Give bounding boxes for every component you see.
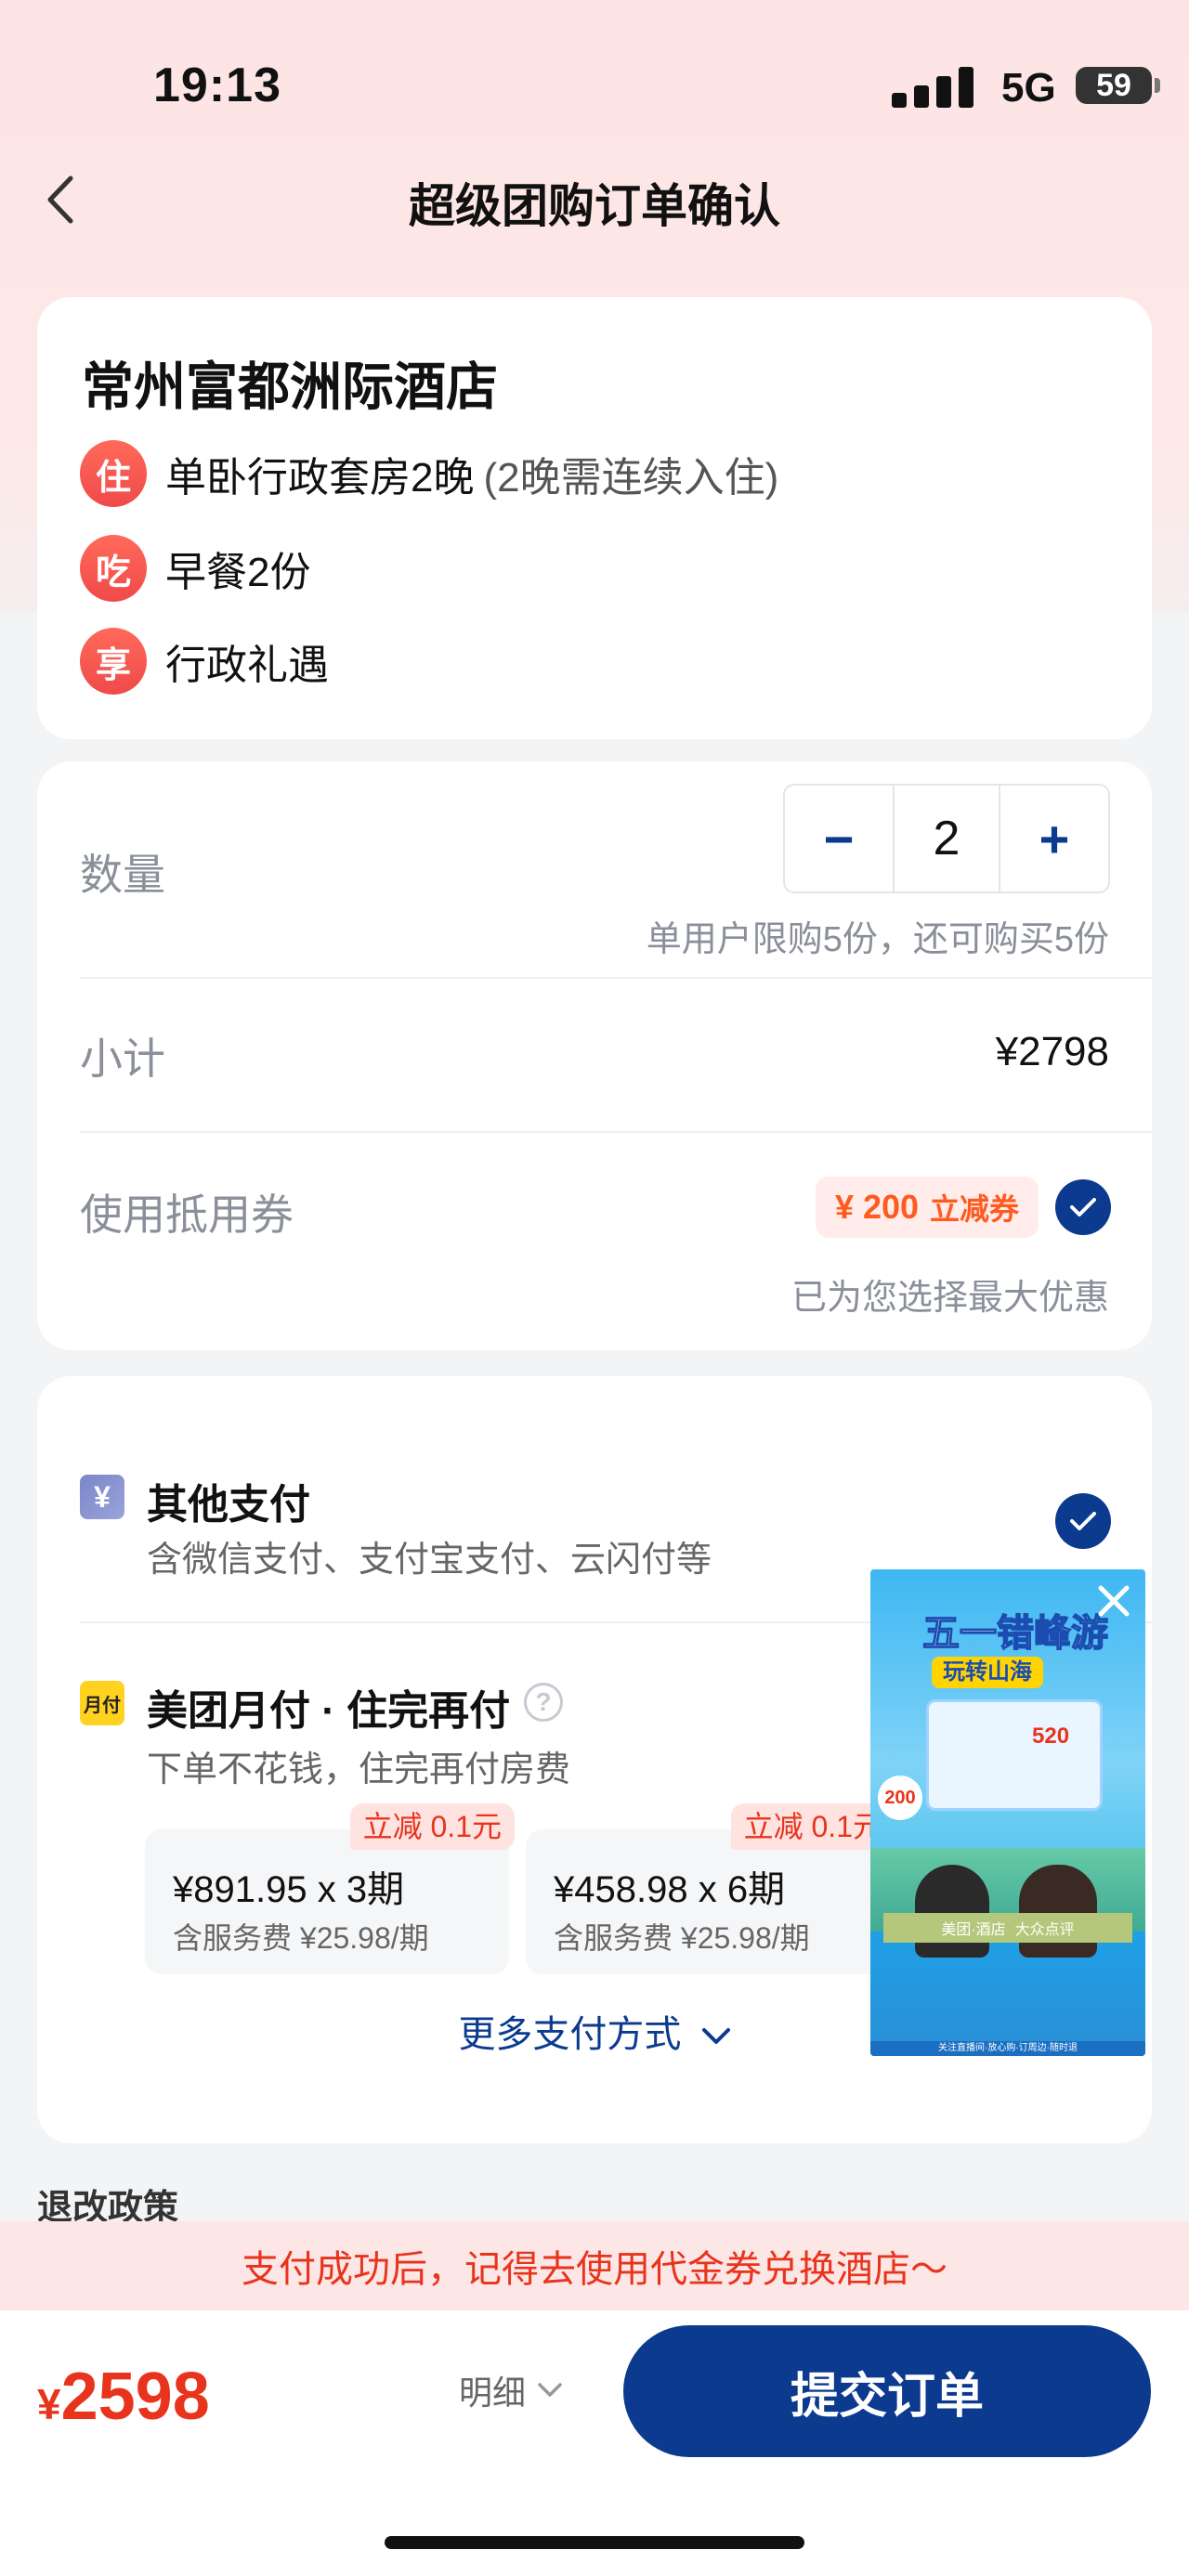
payment-tip-banner: 支付成功后，记得去使用代金券兑换酒店～ bbox=[0, 2221, 1189, 2310]
hotel-name: 常州富都洲际酒店 bbox=[82, 358, 498, 416]
order-card: 数量 − 2 + 单用户限购5份，还可购买5份 小计 ¥2798 使用抵用券 ¥… bbox=[37, 761, 1152, 1350]
coupon-type: 立减券 bbox=[930, 1192, 1020, 1226]
purchase-limit-hint: 单用户限购5份，还可购买5份 bbox=[646, 920, 1109, 959]
ad-brand-2: 大众点评 bbox=[1014, 1922, 1075, 1938]
ad-footer: 关注直播间·放心购·订周边·随时退 bbox=[870, 2041, 1145, 2056]
live-stream-ad[interactable]: 五一错峰游 玩转山海 520 200 美团·酒店 大众点评 关注直播间·放心购·… bbox=[870, 1569, 1145, 2056]
hotel-card: 常州富都洲际酒店 住 单卧行政套房2晚 (2晚需连续入住) 吃 早餐2份 享 行… bbox=[37, 297, 1152, 739]
ad-headline: 五一错峰游 bbox=[921, 1612, 1109, 1655]
ad-brand: 美团·酒店 bbox=[941, 1922, 1006, 1938]
installment-plan-6[interactable]: 立减 0.1元 ¥458.98 x 6期 含服务费 ¥25.98/期 bbox=[526, 1803, 895, 1974]
feature-enjoy: 享 行政礼遇 bbox=[80, 628, 329, 695]
ad-tag: 520 bbox=[1032, 1724, 1070, 1749]
quantity-label: 数量 bbox=[80, 851, 165, 899]
stay-badge: 住 bbox=[80, 440, 147, 507]
network-type: 5G bbox=[1001, 65, 1056, 111]
other-payment-title[interactable]: 其他支付 bbox=[147, 1471, 310, 1530]
yuan-icon: ¥ bbox=[80, 1475, 124, 1519]
divider bbox=[80, 1131, 1152, 1133]
enjoy-badge: 享 bbox=[80, 628, 147, 695]
feature-stay: 住 单卧行政套房2晚 (2晚需连续入住) bbox=[80, 440, 778, 507]
divider bbox=[80, 977, 1152, 979]
plan-price: ¥458.98 x 6期 bbox=[554, 1869, 786, 1910]
submit-order-button[interactable]: 提交订单 bbox=[623, 2325, 1151, 2457]
total-amount: 2598 bbox=[60, 2360, 210, 2434]
feature-note: (2晚需连续入住) bbox=[483, 455, 779, 501]
other-payment-subtitle: 含微信支付、支付宝支付、云闪付等 bbox=[147, 1541, 712, 1580]
plan-fee: 含服务费 ¥25.98/期 bbox=[554, 1921, 810, 1955]
status-time: 19:13 bbox=[153, 59, 281, 112]
subtotal-value: ¥2798 bbox=[995, 1029, 1109, 1074]
detail-label: 明细 bbox=[459, 2374, 527, 2412]
coupon-amount: ¥ 200 bbox=[834, 1188, 920, 1226]
feature-eat: 吃 早餐2份 bbox=[80, 535, 310, 602]
other-payment-check-icon[interactable] bbox=[1055, 1493, 1111, 1549]
help-icon[interactable]: ? bbox=[524, 1683, 563, 1722]
feature-text: 单卧行政套房2晚 bbox=[165, 455, 475, 501]
battery-tip bbox=[1155, 78, 1160, 93]
battery-icon: 59 bbox=[1076, 67, 1152, 104]
coupon-check-icon[interactable] bbox=[1055, 1179, 1111, 1235]
plan-fee: 含服务费 ¥25.98/期 bbox=[173, 1921, 429, 1955]
home-indicator bbox=[385, 2536, 804, 2549]
quantity-stepper: − 2 + bbox=[783, 784, 1110, 893]
decrease-button[interactable]: − bbox=[785, 786, 893, 891]
status-indicators: 5G 59 bbox=[892, 59, 1189, 115]
ad-sub: 玩转山海 bbox=[932, 1657, 1043, 1688]
signal-icon bbox=[892, 65, 981, 108]
close-icon[interactable] bbox=[1091, 1579, 1136, 1623]
more-payment-label: 更多支付方式 bbox=[458, 2014, 682, 2055]
ad-price-tag: 200 bbox=[878, 1776, 922, 1820]
eat-badge: 吃 bbox=[80, 535, 147, 602]
subtotal-label: 小计 bbox=[80, 1034, 165, 1083]
monthly-pay-subtitle: 下单不花钱，住完再付房费 bbox=[147, 1750, 571, 1789]
coupon-badge[interactable]: ¥ 200 立减券 bbox=[816, 1177, 1039, 1238]
plan-price: ¥891.95 x 3期 bbox=[173, 1869, 405, 1910]
installment-plan-3[interactable]: 立减 0.1元 ¥891.95 x 3期 含服务费 ¥25.98/期 bbox=[145, 1803, 515, 1974]
coupon-hint: 已为您选择最大优惠 bbox=[790, 1279, 1109, 1318]
coupon-label: 使用抵用券 bbox=[80, 1190, 294, 1239]
bottom-bar: ¥2598 明细 提交订单 bbox=[0, 2310, 1189, 2576]
chevron-down-icon bbox=[701, 2028, 730, 2045]
feature-text: 早餐2份 bbox=[165, 550, 311, 595]
discount-tag: 立减 0.1元 bbox=[349, 1803, 515, 1850]
monthly-pay-icon: 月付 bbox=[80, 1681, 124, 1725]
total-price: ¥2598 bbox=[37, 2359, 210, 2435]
page-title: 超级团购订单确认 bbox=[409, 180, 780, 232]
quantity-value[interactable]: 2 bbox=[893, 786, 1000, 891]
price-detail-toggle[interactable]: 明细 bbox=[459, 2366, 563, 2414]
increase-button[interactable]: + bbox=[1000, 786, 1108, 891]
chevron-down-icon bbox=[538, 2383, 562, 2397]
feature-text: 行政礼遇 bbox=[165, 643, 329, 688]
currency-symbol: ¥ bbox=[37, 2380, 61, 2428]
monthly-pay-title[interactable]: 美团月付 · 住完再付 bbox=[147, 1677, 510, 1737]
